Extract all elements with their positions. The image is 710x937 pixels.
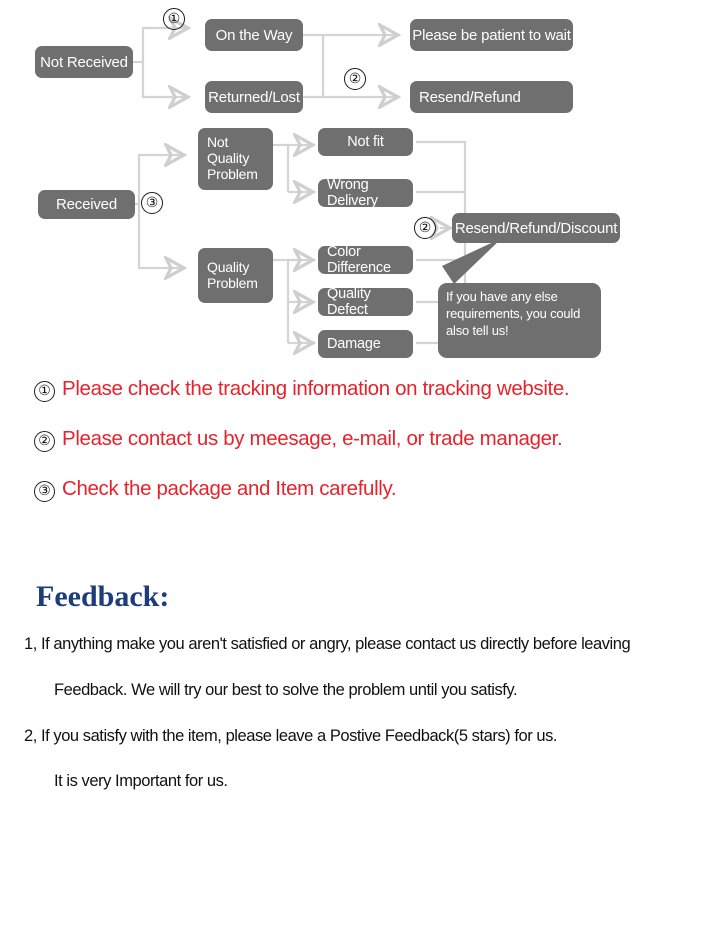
bubble-line-2: requirements, you could <box>446 306 581 322</box>
node-label: Wrong Delivery <box>327 177 378 209</box>
node-label: Resend/Refund <box>419 88 521 106</box>
node-not-quality-problem[interactable]: Not Quality Problem <box>198 128 273 190</box>
bubble-line-3: also tell us! <box>446 323 509 339</box>
node-label: Not Quality Problem <box>207 134 258 182</box>
marker-step-1: ① <box>163 8 185 30</box>
marker-step-2-bottom: ② <box>414 217 436 239</box>
feedback-heading: Feedback: <box>36 580 170 613</box>
note-item: ① Please check the tracking information … <box>0 374 710 424</box>
note-text: Please check the tracking information on… <box>62 377 570 400</box>
note-text: Please contact us by meesage, e-mail, or… <box>62 427 563 450</box>
feedback-line-3: 2, If you satisfy with the item, please … <box>24 727 558 745</box>
bubble-line-1: If you have any else <box>446 289 558 304</box>
node-label: Received <box>56 196 117 213</box>
node-quality-problem[interactable]: Quality Problem <box>198 248 273 303</box>
marker-label: ② <box>418 220 432 236</box>
node-received[interactable]: Received <box>38 190 135 219</box>
node-on-the-way[interactable]: On the Way <box>205 19 303 51</box>
node-returned-lost[interactable]: Returned/Lost <box>205 81 303 113</box>
marker-label: ① <box>167 11 181 27</box>
node-label: Quality Defect <box>327 286 371 318</box>
node-label: Please be patient to wait <box>412 26 571 44</box>
flowchart-diagram: Not Received On the Way Returned/Lost Pl… <box>0 0 710 370</box>
node-label: Quality Problem <box>207 258 258 291</box>
notes-list: ① Please check the tracking information … <box>0 374 710 524</box>
note-item: ③ Check the package and Item carefully. <box>0 474 710 524</box>
node-resend-refund[interactable]: Resend/Refund <box>410 81 573 113</box>
speech-bubble: If you have any else requirements, you c… <box>438 283 601 358</box>
node-resend-refund-discount[interactable]: Resend/Refund/Discount <box>452 213 620 243</box>
marker-label: ② <box>348 71 362 87</box>
marker-step-3: ③ <box>141 192 163 214</box>
node-damage[interactable]: Damage <box>318 330 413 358</box>
node-label: Returned/Lost <box>208 88 300 106</box>
node-wrong-delivery[interactable]: Wrong Delivery <box>318 177 413 209</box>
node-quality-defect[interactable]: Quality Defect <box>318 286 413 318</box>
node-please-be-patient-to-wait[interactable]: Please be patient to wait <box>410 19 573 51</box>
node-label: Not Received <box>40 53 128 71</box>
node-label: Damage <box>327 336 381 352</box>
marker-step-2-top: ② <box>344 68 366 90</box>
note-text: Check the package and Item carefully. <box>62 477 397 500</box>
feedback-line-2: Feedback. We will try our best to solve … <box>54 681 518 699</box>
feedback-line-1: 1, If anything make you aren't satisfied… <box>24 635 631 653</box>
note-item: ② Please contact us by meesage, e-mail, … <box>0 424 710 474</box>
node-label: Not fit <box>347 134 384 150</box>
node-label: Color Difference <box>327 244 391 276</box>
feedback-line-4: It is very Important for us. <box>54 772 228 790</box>
note-number: ② <box>34 431 55 452</box>
marker-label: ③ <box>145 195 159 211</box>
note-number: ① <box>34 381 55 402</box>
node-label: Resend/Refund/Discount <box>454 219 618 237</box>
node-color-difference[interactable]: Color Difference <box>318 244 413 276</box>
node-not-received[interactable]: Not Received <box>35 46 133 78</box>
node-label: On the Way <box>215 26 293 44</box>
note-number: ③ <box>34 481 55 502</box>
node-not-fit[interactable]: Not fit <box>318 128 413 156</box>
